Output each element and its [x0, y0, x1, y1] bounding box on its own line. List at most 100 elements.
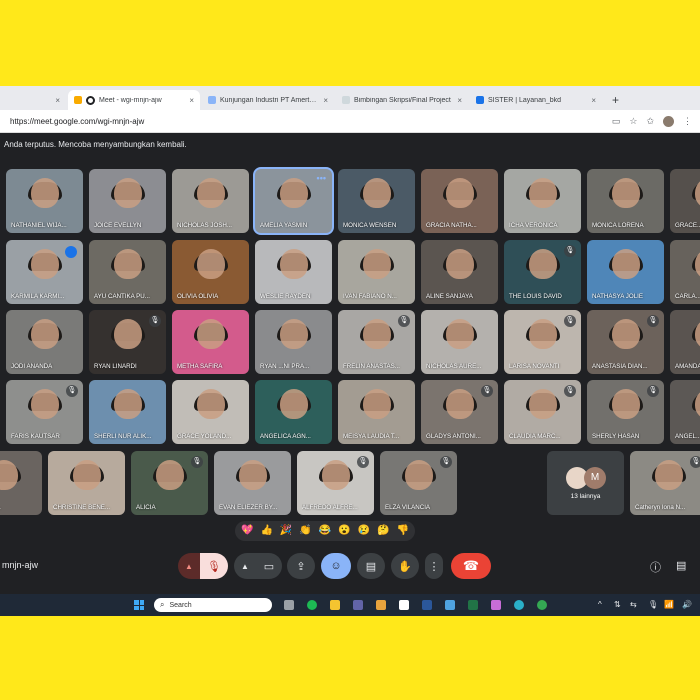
sad-reaction-icon[interactable]: 😢: [358, 521, 370, 541]
info-icon[interactable]: ⓘ: [650, 559, 661, 575]
address-bar[interactable]: https://meet.google.com/wgi-mnjn-ajw ▭ ☆…: [0, 110, 700, 133]
browser-icon[interactable]: [537, 600, 547, 610]
participant-tile[interactable]: EVAN ELIEZER BY...: [214, 451, 291, 515]
teams-icon[interactable]: [353, 600, 363, 610]
tab-bimbingan[interactable]: Bimbingan Skripsi/Final Project ×: [336, 90, 468, 110]
participant-tile[interactable]: GRACIA NATHA...: [421, 169, 498, 233]
tab-previous[interactable]: ×: [0, 90, 66, 110]
camera-indicator-icon[interactable]: ▭: [612, 116, 621, 127]
excel-icon[interactable]: [468, 600, 478, 610]
participant-tile[interactable]: TAMA WI...: [0, 451, 42, 515]
tray-sync-icon[interactable]: ⇅: [614, 600, 621, 609]
copilot-icon[interactable]: [491, 600, 501, 610]
captions-button[interactable]: ▤: [357, 553, 385, 579]
favorites-icon[interactable]: ✩: [646, 116, 654, 127]
participant-tile[interactable]: FARIS KAUTSAR 🎙: [6, 380, 83, 444]
participant-tile[interactable]: NICHOLAS AURE...: [421, 310, 498, 374]
heart-reaction-icon[interactable]: 💖: [241, 521, 253, 541]
close-icon[interactable]: ×: [587, 96, 596, 105]
participant-tile[interactable]: ALFREDO ALFRE... 🎙: [297, 451, 374, 515]
participant-tile[interactable]: ALINE SANJAYA: [421, 240, 498, 304]
participant-tile[interactable]: LARISA NOVANTI 🎙: [504, 310, 581, 374]
participant-tile[interactable]: MONICA WENSEN: [338, 169, 415, 233]
participant-tile[interactable]: WESLIE RAYDEN: [255, 240, 332, 304]
participant-tile[interactable]: THE LOUIS DAVID 🎙: [504, 240, 581, 304]
participant-tile[interactable]: ALICIA 🎙: [131, 451, 208, 515]
participant-tile[interactable]: AYU CANTIKA PU...: [89, 240, 166, 304]
end-call-button[interactable]: ☎: [451, 553, 491, 579]
spotify-icon[interactable]: [307, 600, 317, 610]
close-icon[interactable]: ×: [185, 96, 194, 105]
participant-tile[interactable]: Catheryn Iona N... 🎙: [630, 451, 700, 515]
participant-tile[interactable]: JODI ANANDA: [6, 310, 83, 374]
participant-tile[interactable]: ANGELICA AGN...: [255, 380, 332, 444]
participant-tile[interactable]: ANGEL...: [670, 380, 700, 444]
tray-volume-icon[interactable]: 🔊: [682, 600, 692, 609]
participant-tile[interactable]: NATHASYA JOLIE: [587, 240, 664, 304]
edge-icon[interactable]: [514, 600, 524, 610]
onedrive-icon[interactable]: [445, 600, 455, 610]
raise-hand-button[interactable]: ✋: [391, 553, 419, 579]
thumbs-down-reaction-icon[interactable]: 👎: [397, 521, 409, 541]
tab-kunjungan[interactable]: Kunjungan Industri PT Amerta Indah ×: [202, 90, 334, 110]
url-text[interactable]: https://meet.google.com/wgi-mnjn-ajw: [10, 117, 144, 126]
tray-network-share-icon[interactable]: ⇆: [630, 600, 637, 609]
participant-tile[interactable]: ELZA VILANCIA 🎙: [380, 451, 457, 515]
task-view-icon[interactable]: [284, 600, 294, 610]
close-icon[interactable]: ×: [51, 96, 60, 105]
camera-options-button[interactable]: ▲: [234, 553, 256, 579]
chat-icon[interactable]: ▤: [676, 559, 686, 572]
profile-avatar[interactable]: [663, 115, 674, 127]
participant-tile[interactable]: GRACE...: [670, 169, 700, 233]
participant-tile[interactable]: CLAUDIA MARC... 🎙: [504, 380, 581, 444]
close-icon[interactable]: ×: [453, 96, 462, 105]
more-options-icon[interactable]: •••: [317, 173, 326, 183]
close-icon[interactable]: ×: [319, 96, 328, 105]
thumbs-up-reaction-icon[interactable]: 👍: [260, 521, 272, 541]
participant-tile[interactable]: JOICE EVELLYN: [89, 169, 166, 233]
camera-button[interactable]: ▭: [256, 553, 282, 579]
windows-start-icon[interactable]: [134, 600, 144, 610]
participant-tile[interactable]: NICHOLAS JOSH...: [172, 169, 249, 233]
participant-tile[interactable]: CHRISTINE BENE...: [48, 451, 125, 515]
surprised-reaction-icon[interactable]: 😮: [338, 521, 350, 541]
new-tab-button[interactable]: +: [604, 93, 627, 110]
participant-tile[interactable]: CARLA...: [670, 240, 700, 304]
participant-tile[interactable]: GRACE YOLAND...: [172, 380, 249, 444]
participant-tile[interactable]: METHA SAFIRA: [172, 310, 249, 374]
emoji-button[interactable]: ☺: [321, 553, 351, 579]
participant-tile[interactable]: GLADYS ANTONI... 🎙: [421, 380, 498, 444]
more-options-button[interactable]: ⋮: [425, 553, 443, 579]
thinking-reaction-icon[interactable]: 🤔: [377, 521, 389, 541]
participant-tile[interactable]: ANASTASIA DIAN... 🎙: [587, 310, 664, 374]
app-icon[interactable]: [399, 600, 409, 610]
participant-tile[interactable]: AMELIA YASMIN •••: [255, 169, 332, 233]
laugh-reaction-icon[interactable]: 😂: [319, 521, 331, 541]
present-button[interactable]: ⇪: [287, 553, 315, 579]
clap-reaction-icon[interactable]: 👏: [299, 521, 311, 541]
tray-mic-icon[interactable]: 🎙: [648, 600, 658, 609]
taskbar-search[interactable]: ⌕ Search: [154, 598, 272, 612]
microphone-button[interactable]: 🎙: [200, 553, 228, 579]
word-icon[interactable]: [422, 600, 432, 610]
bookmark-star-icon[interactable]: ☆: [629, 116, 637, 127]
participant-tile[interactable]: MEISYA LAUDIA T...: [338, 380, 415, 444]
participant-tile[interactable]: FRELIN ANASTAS... 🎙: [338, 310, 415, 374]
participant-tile[interactable]: ICHA VERONICA: [504, 169, 581, 233]
mic-options-button[interactable]: ▲: [178, 553, 200, 579]
participant-tile[interactable]: RYAN ...NI PRA...: [255, 310, 332, 374]
participant-tile[interactable]: NATHANIEL WIJA...: [6, 169, 83, 233]
others-tile[interactable]: M 13 lainnya: [547, 451, 624, 515]
participant-tile[interactable]: OLIVIA OLIVIA: [172, 240, 249, 304]
participant-tile[interactable]: SHERLY HASAN 🎙: [587, 380, 664, 444]
tab-meet[interactable]: Meet - wgi-mnjn-ajw ×: [68, 90, 200, 110]
participant-tile[interactable]: IVAN FABIANO N...: [338, 240, 415, 304]
menu-icon[interactable]: ⋮: [683, 116, 692, 127]
participant-tile[interactable]: AMANDA...: [670, 310, 700, 374]
participant-tile[interactable]: KARMILA KARMI...: [6, 240, 83, 304]
participant-tile[interactable]: RYAN LINARDI 🎙: [89, 310, 166, 374]
tray-wifi-icon[interactable]: 📶: [664, 600, 674, 609]
party-reaction-icon[interactable]: 🎉: [280, 521, 292, 541]
tab-sister[interactable]: SISTER | Layanan_bkd ×: [470, 90, 602, 110]
file-explorer-icon[interactable]: [330, 600, 340, 610]
